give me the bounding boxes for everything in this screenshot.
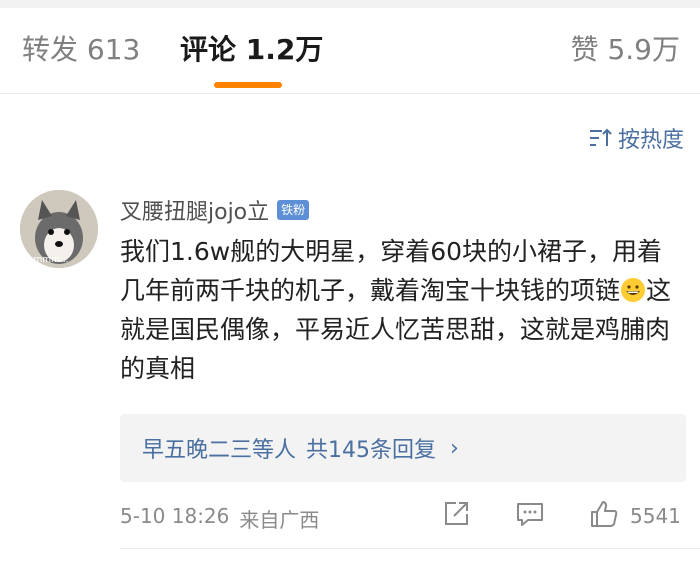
comment-icon[interactable]	[514, 498, 546, 530]
like-count: 5541	[630, 504, 681, 528]
top-strip	[0, 0, 700, 8]
tab-likes[interactable]: 赞 5.9万	[571, 28, 680, 68]
username[interactable]: 叉腰扭腿jojo立	[120, 194, 269, 226]
sort-icon	[589, 128, 612, 146]
replies-names: 早五晚二三等人	[142, 438, 297, 463]
fan-badge: 铁粉	[277, 200, 310, 220]
comment-location: 来自广西	[239, 508, 320, 532]
comment-header: 叉腰扭腿jojo立 铁粉	[120, 194, 310, 226]
avatar[interactable]: emmm...	[20, 190, 98, 268]
active-tab-indicator	[214, 82, 282, 88]
replies-count: 共145条回复	[306, 438, 437, 463]
replies-box[interactable]: 早五晚二三等人 共145条回复 ›	[120, 414, 686, 482]
comment-date: 5-10 18:26	[120, 504, 230, 528]
divider	[120, 548, 700, 549]
grinning-face-icon	[621, 278, 646, 302]
tab-repost[interactable]: 转发 613	[22, 28, 140, 68]
sort-label: 按热度	[617, 128, 684, 153]
comment-meta: 5-10 18:26 来自广西	[120, 504, 319, 533]
sort-button[interactable]: 按热度	[588, 122, 684, 154]
tab-comments[interactable]: 评论 1.2万	[180, 28, 323, 68]
avatar-caption: emmm...	[28, 255, 68, 265]
comment-text: 我们1.6w舰的大明星，穿着60块的小裙子，用着几年前两千块的机子，戴着淘宝十块…	[120, 232, 680, 388]
chevron-right-icon: ›	[450, 435, 459, 461]
tab-bar: 转发 613 评论 1.2万 赞 5.9万	[0, 8, 700, 94]
thumbs-up-icon[interactable]	[588, 498, 620, 530]
comment-text-part1: 我们1.6w舰的大明星，穿着60块的小裙子，用着几年前两千块的机子，戴着淘宝十块…	[120, 237, 663, 305]
husky-avatar-image: emmm...	[20, 190, 98, 268]
share-icon[interactable]	[440, 498, 472, 530]
